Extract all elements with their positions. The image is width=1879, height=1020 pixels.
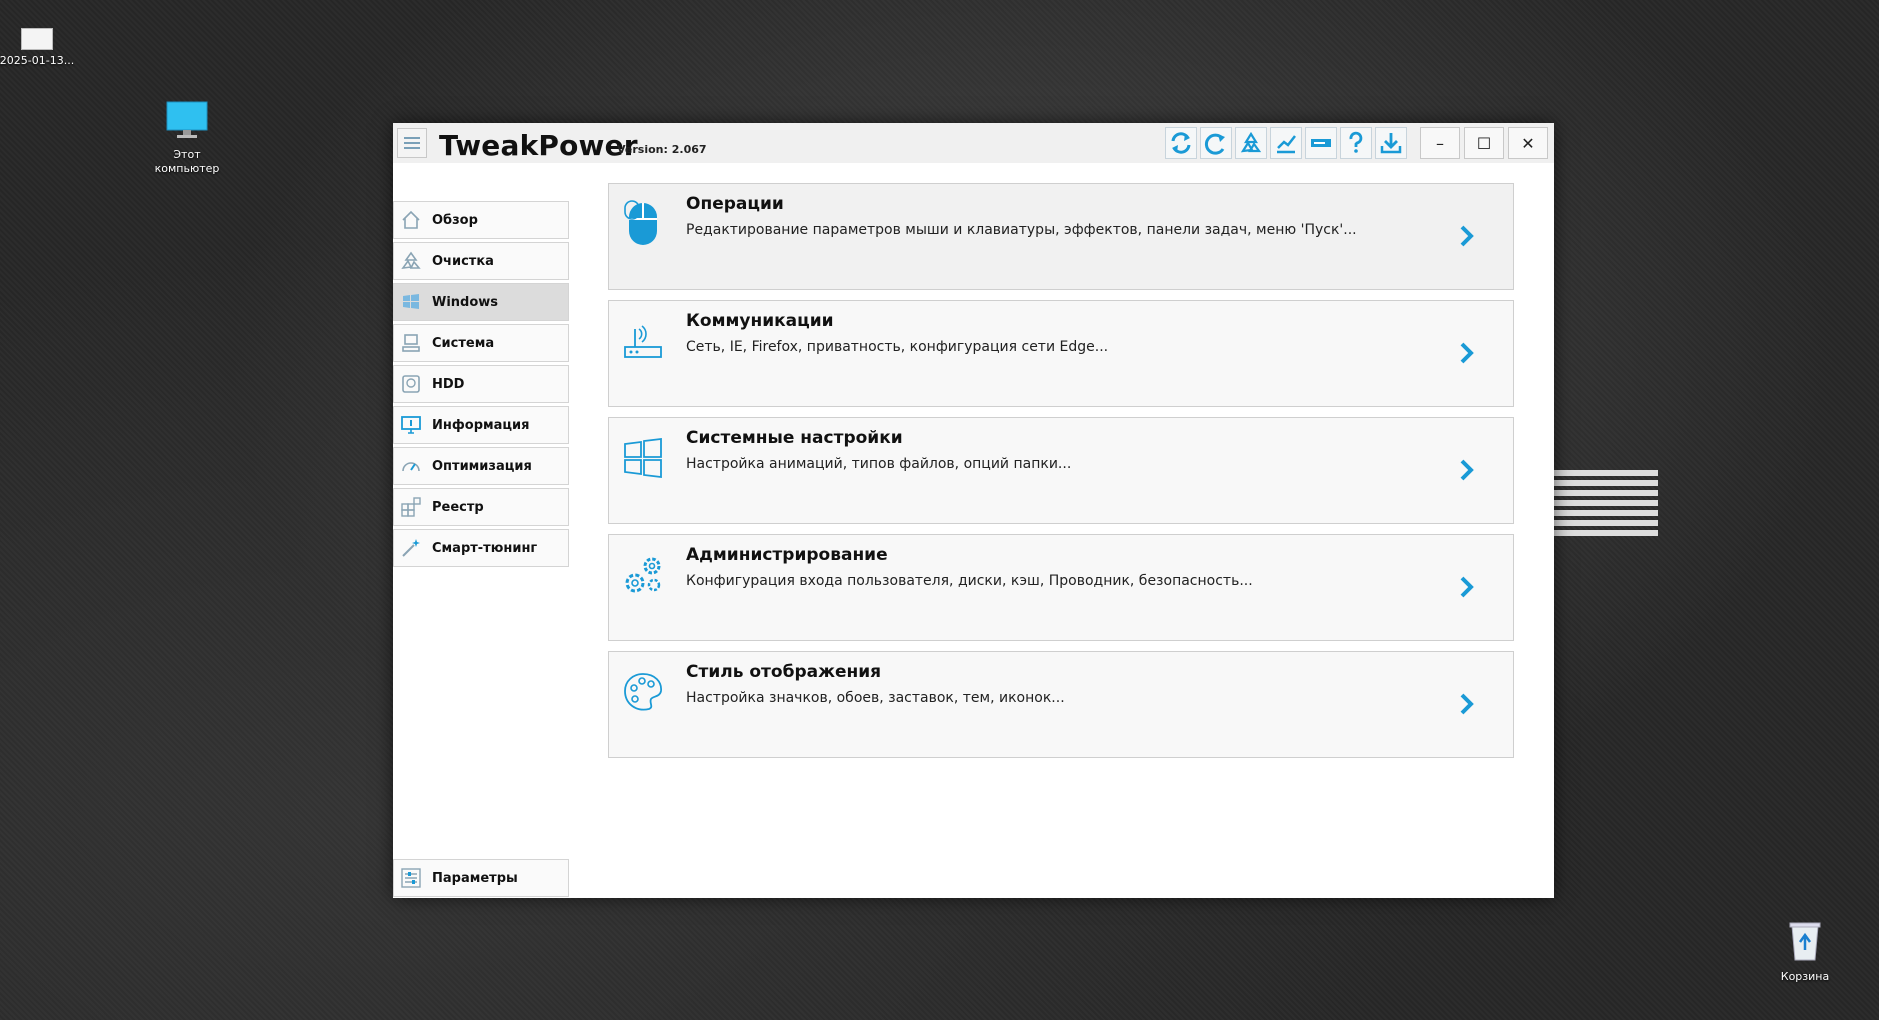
- minimize-icon: –: [1436, 133, 1444, 153]
- sidebar-item-label: Смарт-тюнинг: [432, 540, 538, 556]
- menu-button[interactable]: [397, 128, 427, 158]
- desktop-file-label: 2025-01-13...: [0, 54, 75, 67]
- card-description: Настройка значков, обоев, заставок, тем,…: [686, 690, 1065, 706]
- sidebar-item-label: Система: [432, 335, 495, 351]
- maximize-icon: ☐: [1476, 133, 1492, 153]
- sidebar-item-registry[interactable]: Реестр: [393, 488, 569, 526]
- minimize-button[interactable]: –: [1420, 127, 1460, 159]
- tweakpower-window: TweakPower Version: 2.067 – ☐ ✕ Обзор Оч…: [393, 123, 1554, 898]
- redo-icon: [1204, 133, 1225, 155]
- content-area: Операции Редактирование параметров мыши …: [608, 183, 1514, 768]
- card-title: Администрирование: [686, 545, 888, 565]
- card-title: Системные настройки: [686, 428, 903, 448]
- card-description: Конфигурация входа пользователя, диски, …: [686, 573, 1253, 589]
- sidebar-item-windows[interactable]: Windows: [393, 283, 569, 321]
- recycle-icon: [400, 250, 422, 272]
- windows-logo-icon: [621, 436, 665, 480]
- sidebar-item-label: Обзор: [432, 212, 478, 228]
- help-button[interactable]: [1340, 127, 1372, 159]
- recycle-bin-icon: [1760, 920, 1850, 966]
- card-administration[interactable]: Администрирование Конфигурация входа пол…: [608, 534, 1514, 641]
- chevron-right-icon: [1460, 342, 1474, 364]
- card-title: Коммуникации: [686, 311, 834, 331]
- app-title: TweakPower: [439, 129, 638, 162]
- recycle-icon: [1240, 131, 1262, 153]
- sidebar-item-label: Очистка: [432, 253, 494, 269]
- close-button[interactable]: ✕: [1508, 127, 1548, 159]
- card-operations[interactable]: Операции Редактирование параметров мыши …: [608, 183, 1514, 290]
- card-description: Сеть, IE, Firefox, приватность, конфигур…: [686, 339, 1109, 355]
- app-version: Version: 2.067: [617, 143, 707, 156]
- sidebar-item-label: HDD: [432, 376, 465, 392]
- chevron-right-icon: [1460, 225, 1474, 247]
- sidebar-item-label: Информация: [432, 417, 530, 433]
- chevron-right-icon: [1460, 459, 1474, 481]
- chevron-right-icon: [1460, 693, 1474, 715]
- windows-icon: [400, 291, 422, 313]
- sidebar-item-label: Реестр: [432, 499, 484, 515]
- home-icon: [400, 209, 422, 231]
- refresh-icon: [1171, 132, 1191, 154]
- sidebar-item-cleanup[interactable]: Очистка: [393, 242, 569, 280]
- disk-icon: [400, 373, 422, 395]
- speedometer-icon: [400, 455, 422, 477]
- sidebar-item-optimization[interactable]: Оптимизация: [393, 447, 569, 485]
- sidebar-item-label: Windows: [432, 294, 499, 310]
- toolbar: [1165, 127, 1407, 159]
- download-button[interactable]: [1375, 127, 1407, 159]
- close-icon: ✕: [1521, 133, 1535, 153]
- monitor-icon: [400, 414, 422, 436]
- sidebar-item-information[interactable]: Информация: [393, 406, 569, 444]
- mouse-icon: [621, 200, 665, 246]
- sidebar-item-overview[interactable]: Обзор: [393, 201, 569, 239]
- sliders-icon: [400, 867, 422, 889]
- chart-button[interactable]: [1270, 127, 1302, 159]
- settings-button[interactable]: Параметры: [393, 859, 569, 897]
- drive-button[interactable]: [1305, 127, 1337, 159]
- card-description: Настройка анимаций, типов файлов, опций …: [686, 456, 1072, 472]
- sidebar-settings-container: Параметры: [393, 859, 569, 897]
- gears-icon: [621, 553, 665, 597]
- chevron-right-icon: [1460, 576, 1474, 598]
- magic-wand-icon: [400, 537, 422, 559]
- title-bar[interactable]: TweakPower Version: 2.067 – ☐ ✕: [393, 123, 1554, 163]
- maximize-button[interactable]: ☐: [1464, 127, 1504, 159]
- download-icon: [1380, 133, 1402, 154]
- settings-label: Параметры: [432, 870, 518, 886]
- sidebar-item-label: Оптимизация: [432, 458, 532, 474]
- redo-button[interactable]: [1200, 127, 1232, 159]
- this-pc-desktop-icon[interactable]: Этот компьютер: [142, 100, 232, 176]
- drive-icon: [1311, 139, 1331, 147]
- sidebar-item-system[interactable]: Система: [393, 324, 569, 362]
- this-pc-label-line1: Этот: [173, 148, 201, 161]
- router-icon: [621, 319, 665, 363]
- card-communications[interactable]: Коммуникации Сеть, IE, Firefox, приватно…: [608, 300, 1514, 407]
- chart-icon: [1277, 135, 1296, 154]
- recycle-bin-desktop-icon[interactable]: Корзина: [1760, 920, 1850, 984]
- refresh-button[interactable]: [1165, 127, 1197, 159]
- this-pc-label-line2: компьютер: [154, 162, 220, 175]
- sidebar-item-hdd[interactable]: HDD: [393, 365, 569, 403]
- computer-icon: [400, 332, 422, 354]
- card-display-style[interactable]: Стиль отображения Настройка значков, обо…: [608, 651, 1514, 758]
- card-system-settings[interactable]: Системные настройки Настройка анимаций, …: [608, 417, 1514, 524]
- sidebar-nav: Обзор Очистка Windows Система HDD Информ…: [393, 201, 569, 570]
- recycle-bin-label: Корзина: [1780, 970, 1830, 983]
- help-icon: [1349, 131, 1363, 153]
- card-title: Операции: [686, 194, 784, 214]
- wallpaper-decoration: [1554, 470, 1658, 546]
- monitor-icon: [142, 100, 232, 144]
- sidebar-item-smart-tuning[interactable]: Смарт-тюнинг: [393, 529, 569, 567]
- desktop-file-icon[interactable]: 2025-01-13...: [0, 28, 82, 68]
- file-thumbnail-icon: [21, 28, 53, 50]
- cleanup-button[interactable]: [1235, 127, 1267, 159]
- palette-icon: [621, 670, 665, 714]
- card-description: Редактирование параметров мыши и клавиат…: [686, 222, 1357, 238]
- card-title: Стиль отображения: [686, 662, 882, 682]
- registry-icon: [400, 496, 422, 518]
